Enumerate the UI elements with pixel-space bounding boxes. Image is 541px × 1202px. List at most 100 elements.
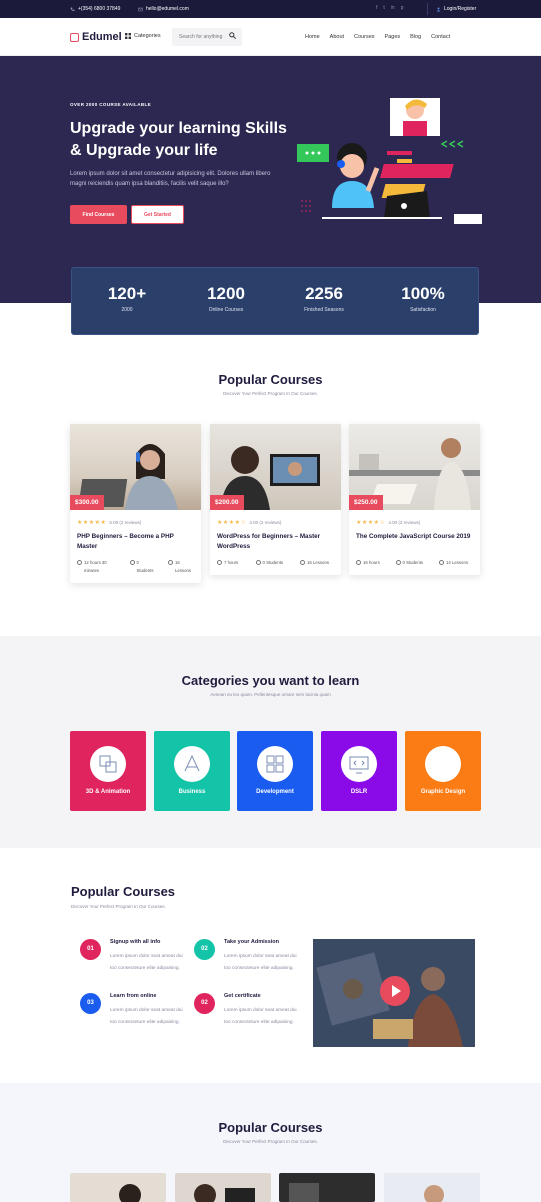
- phone-icon: [70, 7, 75, 11]
- menu-blog[interactable]: Blog: [410, 34, 421, 40]
- course-students: 0 Students: [402, 560, 424, 565]
- mail-icon: [138, 7, 143, 11]
- course-lessons: 14 Lessons: [446, 560, 468, 565]
- step-text: Lorem ipsum dolor seat ameat dui too con…: [224, 954, 297, 971]
- course-students: 0 Students: [262, 560, 284, 565]
- course-title[interactable]: WordPress for Beginners – Master WordPre…: [217, 532, 334, 552]
- course-meta: 7 hours 0 Students 15 Lessons: [217, 559, 334, 567]
- course-lessons: 16 Lessons: [175, 560, 192, 573]
- search-icon[interactable]: [229, 32, 236, 39]
- twitter-icon[interactable]: t: [383, 5, 384, 11]
- categories-subtitle: Aenean eu leo quam. Pellentesque ornare …: [210, 692, 331, 697]
- menu-courses[interactable]: Courses: [354, 34, 374, 40]
- email-contact[interactable]: hello@edumel.com: [138, 6, 189, 12]
- play-icon: [439, 560, 444, 565]
- play-button[interactable]: [380, 976, 410, 1006]
- price-badge: $300.00: [70, 495, 104, 510]
- category-business[interactable]: Business: [154, 731, 230, 811]
- hero-description: Lorem ipsum dolor sit amet consectetur a…: [70, 171, 271, 187]
- categories-button[interactable]: Categories: [125, 33, 161, 39]
- stat-label: Online Courses: [208, 307, 244, 313]
- course-image: $250.00: [349, 424, 480, 510]
- cat-icon-bg: [90, 746, 126, 782]
- step-text: Lorem ipsum dolor seat ameat dui too con…: [110, 954, 183, 971]
- login-register-link[interactable]: Login/Register: [436, 6, 476, 12]
- category-development[interactable]: Development: [237, 731, 313, 811]
- course-image: $300.00: [70, 424, 201, 510]
- course-lessons: 15 Lessons: [307, 560, 329, 565]
- stat-label: Finished Seasons: [304, 307, 344, 313]
- play-icon: [168, 560, 173, 565]
- step-number: 03: [80, 993, 101, 1014]
- monitor-code-icon: [349, 756, 369, 774]
- stats-bar: 120+ 2000 1200 Online Courses 2256 Finis…: [71, 267, 479, 335]
- facebook-icon[interactable]: f: [376, 5, 377, 11]
- course-card-preview[interactable]: [384, 1173, 480, 1202]
- steps-subtitle: Discover Your Perfect Program In Our Cou…: [71, 904, 166, 909]
- course-title[interactable]: The Complete JavaScript Course 2019: [356, 532, 473, 552]
- category-label: Business: [178, 789, 206, 795]
- pinterest-icon[interactable]: p: [401, 5, 404, 11]
- cat-icon-bg: [341, 746, 377, 782]
- logo[interactable]: Edumel: [70, 31, 122, 43]
- course-title[interactable]: PHP Beginners – Become a PHP Master: [77, 532, 194, 552]
- step-title: Get certificate: [224, 993, 261, 999]
- stat-label: 2000: [121, 307, 133, 313]
- category-graphic-design[interactable]: Graphic Design: [405, 731, 481, 811]
- compass-ruler-icon: [184, 754, 200, 772]
- bottom-courses-subtitle: Discover Your Perfect Program In Our Cou…: [223, 1139, 318, 1144]
- stat-label: Satisfaction: [410, 307, 436, 313]
- course-card[interactable]: $250.00 ★★★★☆ 4.00 (2 reviews) The Compl…: [349, 424, 480, 575]
- star-icons: ★★★★☆: [356, 520, 386, 526]
- user-icon: [436, 7, 441, 11]
- user-icon: [395, 560, 401, 565]
- course-card[interactable]: $300.00 ★★★★★ 5.00 (2 reviews) PHP Begin…: [70, 424, 201, 583]
- step-number: 02: [194, 939, 215, 960]
- hero-kicker: OVER 2000 COURSE AVAILABLE: [70, 102, 152, 107]
- step-text: Lorem ipsum dolor seat ameat dui too con…: [110, 1008, 183, 1025]
- course-card-preview[interactable]: [279, 1173, 375, 1202]
- course-card[interactable]: $200.00 ★★★★☆ 4.00 (2 reviews) WordPress…: [210, 424, 341, 575]
- user-icon: [255, 560, 261, 565]
- course-duration: 7 hours: [224, 560, 239, 565]
- find-courses-button[interactable]: Find Courses: [70, 205, 127, 224]
- categories-title: Categories you want to learn: [181, 673, 360, 688]
- bottom-courses-title: Popular Courses: [218, 1120, 323, 1135]
- course-meta: 16 hours 0 Students 14 Lessons: [356, 559, 473, 567]
- popular-courses-title: Popular Courses: [218, 372, 323, 387]
- phone-contact[interactable]: +(354) 6800 37849: [70, 6, 120, 12]
- step-text: Lorem ipsum dolor seat ameat dui too con…: [224, 1008, 297, 1025]
- steps-title: Popular Courses: [71, 884, 176, 899]
- course-rating: ★★★★★ 5.00 (2 reviews): [77, 519, 201, 526]
- step-title: Learn from online: [110, 993, 157, 999]
- menu-pages[interactable]: Pages: [385, 34, 401, 40]
- login-text: Login/Register: [444, 6, 477, 12]
- phone-text: +(354) 6800 37849: [78, 6, 121, 12]
- course-card-preview[interactable]: [175, 1173, 271, 1202]
- price-badge: $250.00: [349, 495, 383, 510]
- video-thumbnail[interactable]: [313, 939, 475, 1047]
- course-students: 0 Students: [136, 560, 154, 573]
- linkedin-icon[interactable]: in: [391, 5, 395, 11]
- get-started-button[interactable]: Get Started: [131, 205, 184, 224]
- menu-contact[interactable]: Contact: [431, 34, 450, 40]
- course-rating: ★★★★☆ 4.00 (2 reviews): [217, 519, 341, 526]
- course-meta: 12 hours 30 minutes 0 Students 16 Lesson…: [77, 559, 194, 575]
- topbar-divider: [427, 3, 428, 15]
- course-duration: 12 hours 30 minutes: [84, 560, 107, 573]
- menu-about[interactable]: About: [330, 34, 344, 40]
- category-3d-animation[interactable]: 3D & Animation: [70, 731, 146, 811]
- course-image: $200.00: [210, 424, 341, 510]
- step-number: 02: [194, 993, 215, 1014]
- stat-item: 2256 Finished Seasons: [274, 284, 374, 313]
- stat-number: 2256: [305, 284, 343, 303]
- category-dslr[interactable]: DSLR: [321, 731, 397, 811]
- hero-title: Upgrade your learning Skills & Upgrade y…: [70, 120, 287, 159]
- category-label: DSLR: [350, 789, 368, 795]
- course-card-preview[interactable]: [70, 1173, 166, 1202]
- course-duration: 16 hours: [363, 560, 380, 565]
- category-label: Graphic Design: [420, 789, 466, 795]
- main-menu: Home About Courses Pages Blog Contact: [305, 34, 460, 40]
- menu-home[interactable]: Home: [305, 34, 320, 40]
- translate-icon: [99, 755, 117, 773]
